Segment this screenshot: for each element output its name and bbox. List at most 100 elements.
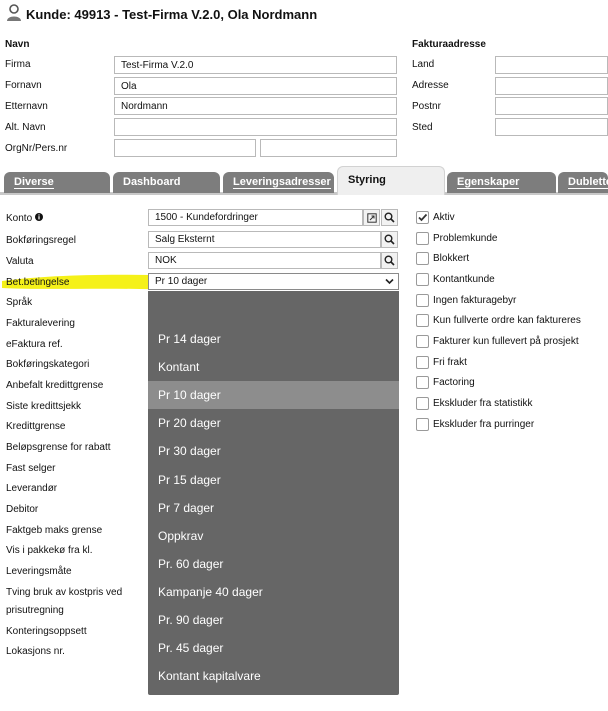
dropdown-option[interactable]: Pr 30 dager bbox=[148, 437, 399, 465]
dropdown-option[interactable]: Pr. 90 dager bbox=[148, 606, 399, 634]
ekskluder-purringer-checkbox[interactable] bbox=[416, 418, 429, 431]
sprak-label: Språk bbox=[6, 297, 33, 308]
search-icon bbox=[384, 255, 395, 266]
adresse-input[interactable] bbox=[495, 77, 608, 95]
betbetingelse-label: Bet.betingelse bbox=[6, 277, 70, 288]
firma-input[interactable] bbox=[114, 56, 397, 74]
ingen-fakturagebyr-label: Ingen fakturagebyr bbox=[433, 295, 517, 306]
adresse-label: Adresse bbox=[412, 80, 449, 91]
bokforingsregel-field[interactable]: Salg Eksternt bbox=[148, 231, 381, 248]
dropdown-option[interactable]: Pr 14 dager bbox=[148, 325, 399, 353]
dropdown-option[interactable]: Oppkrav bbox=[148, 522, 399, 550]
kontantkunde-checkbox[interactable] bbox=[416, 273, 429, 286]
tab-leveringsadresser[interactable]: Leveringsadresser bbox=[223, 172, 334, 193]
chevron-down-icon bbox=[385, 278, 394, 285]
problemkunde-label: Problemkunde bbox=[433, 233, 498, 244]
bokforingsregel-label: Bokføringsregel bbox=[6, 235, 77, 246]
ekskluder-statistikk-checkbox[interactable] bbox=[416, 397, 429, 410]
open-link-button[interactable] bbox=[363, 209, 380, 226]
dropdown-option[interactable]: Pr. 60 dager bbox=[148, 550, 399, 578]
leveringsmate-label: Leveringsmåte bbox=[6, 566, 72, 577]
navn-section-title: Navn bbox=[5, 39, 30, 50]
open-external-icon bbox=[366, 212, 377, 223]
konto-search-button[interactable] bbox=[381, 209, 398, 226]
konto-label: Konto bbox=[6, 213, 43, 224]
fakturer-kun-fullevert-label: Fakturer kun fullevert på prosjekt bbox=[433, 336, 579, 347]
dropdown-option[interactable]: Pr 7 dager bbox=[148, 494, 399, 522]
alt-navn-input[interactable] bbox=[114, 118, 397, 136]
aktiv-label: Aktiv bbox=[433, 212, 455, 223]
sted-label: Sted bbox=[412, 122, 433, 133]
tab-styring[interactable]: Styring bbox=[337, 166, 445, 195]
tab-egenskaper[interactable]: Egenskaper bbox=[447, 172, 556, 193]
valuta-search-button[interactable] bbox=[381, 252, 398, 269]
siste-kredittsjekk-label: Siste kredittsjekk bbox=[6, 401, 82, 412]
dropdown-option[interactable]: Kontant kapitalvare bbox=[148, 662, 399, 690]
fri-frakt-checkbox[interactable] bbox=[416, 356, 429, 369]
check-icon bbox=[418, 213, 428, 222]
fakturalevering-label: Fakturalevering bbox=[6, 318, 75, 329]
dropdown-option[interactable]: Pr 20 dager bbox=[148, 409, 399, 437]
search-icon bbox=[384, 234, 395, 245]
kun-fullverte-ordre-checkbox[interactable] bbox=[416, 314, 429, 327]
firma-label: Firma bbox=[5, 59, 31, 70]
factoring-checkbox[interactable] bbox=[416, 376, 429, 389]
fornavn-label: Fornavn bbox=[5, 80, 42, 91]
dropdown-option[interactable]: Kampanje 40 dager bbox=[148, 578, 399, 606]
postnr-input[interactable] bbox=[495, 97, 608, 115]
efaktura-ref-label: eFaktura ref. bbox=[6, 339, 63, 350]
fakturer-kun-fullevert-checkbox[interactable] bbox=[416, 335, 429, 348]
prisutregning-label: prisutregning bbox=[6, 605, 64, 616]
dropdown-option[interactable]: Pr 15 dager bbox=[148, 466, 399, 494]
kredittgrense-label: Kredittgrense bbox=[6, 421, 66, 432]
header: Kunde: 49913 - Test-Firma V.2.0, Ola Nor… bbox=[0, 0, 608, 34]
etternavn-label: Etternavn bbox=[5, 101, 48, 112]
orgnr-input[interactable] bbox=[114, 139, 256, 157]
ingen-fakturagebyr-checkbox[interactable] bbox=[416, 294, 429, 307]
info-icon bbox=[34, 213, 43, 221]
fast-selger-label: Fast selger bbox=[6, 463, 56, 474]
debitor-label: Debitor bbox=[6, 504, 39, 515]
bokforingsregel-search-button[interactable] bbox=[381, 231, 398, 248]
page-title: Kunde: 49913 - Test-Firma V.2.0, Ola Nor… bbox=[26, 7, 318, 22]
belopsgrense-rabatt-label: Beløpsgrense for rabatt bbox=[6, 442, 111, 453]
alt-navn-label: Alt. Navn bbox=[5, 122, 46, 133]
land-label: Land bbox=[412, 59, 435, 70]
kun-fullverte-ordre-label: Kun fullverte ordre kan faktureres bbox=[433, 315, 581, 326]
tab-dashboard[interactable]: Dashboard bbox=[113, 172, 220, 193]
orgnr-label: OrgNr/Pers.nr bbox=[5, 143, 68, 154]
valuta-label: Valuta bbox=[6, 256, 34, 267]
fornavn-input[interactable] bbox=[114, 77, 397, 95]
tab-diverse[interactable]: Diverse bbox=[4, 172, 110, 193]
anbefalt-kredittgrense-label: Anbefalt kredittgrense bbox=[6, 380, 104, 391]
betbetingelse-select[interactable]: Pr 10 dager bbox=[148, 273, 399, 290]
konto-field[interactable]: 1500 - Kundefordringer bbox=[148, 209, 363, 226]
ekskluder-statistikk-label: Ekskluder fra statistikk bbox=[433, 398, 533, 409]
dropdown-option[interactable]: Pr. 45 dager bbox=[148, 634, 399, 662]
fakturaadresse-section-title: Fakturaadresse bbox=[412, 39, 486, 50]
fri-frakt-label: Fri frakt bbox=[433, 357, 467, 368]
blokkert-checkbox[interactable] bbox=[416, 252, 429, 265]
ekskluder-purringer-label: Ekskluder fra purringer bbox=[433, 419, 535, 430]
user-icon bbox=[7, 4, 21, 21]
vis-i-pakkeko-label: Vis i pakkekø fra kl. bbox=[6, 545, 93, 556]
konteringsoppsett-label: Konteringsoppsett bbox=[6, 626, 87, 637]
aktiv-checkbox[interactable] bbox=[416, 211, 429, 224]
sted-input[interactable] bbox=[495, 118, 608, 136]
tab-dubletter[interactable]: Dubletter bbox=[558, 172, 608, 193]
tving-kostpris-label: Tving bruk av kostpris ved bbox=[6, 587, 123, 598]
persnr-input[interactable] bbox=[260, 139, 397, 157]
dropdown-option[interactable]: Kontant bbox=[148, 353, 399, 381]
land-input[interactable] bbox=[495, 56, 608, 74]
faktgeb-maks-grense-label: Faktgeb maks grense bbox=[6, 525, 103, 536]
valuta-field[interactable]: NOK bbox=[148, 252, 381, 269]
postnr-label: Postnr bbox=[412, 101, 441, 112]
blokkert-label: Blokkert bbox=[433, 253, 470, 264]
problemkunde-checkbox[interactable] bbox=[416, 232, 429, 245]
lokasjons-nr-label: Lokasjons nr. bbox=[6, 646, 65, 657]
factoring-label: Factoring bbox=[433, 377, 475, 388]
leverandor-label: Leverandør bbox=[6, 483, 58, 494]
bokforingskategori-label: Bokføringskategori bbox=[6, 359, 90, 370]
dropdown-option-selected[interactable]: Pr 10 dager bbox=[148, 381, 399, 409]
etternavn-input[interactable] bbox=[114, 97, 397, 115]
